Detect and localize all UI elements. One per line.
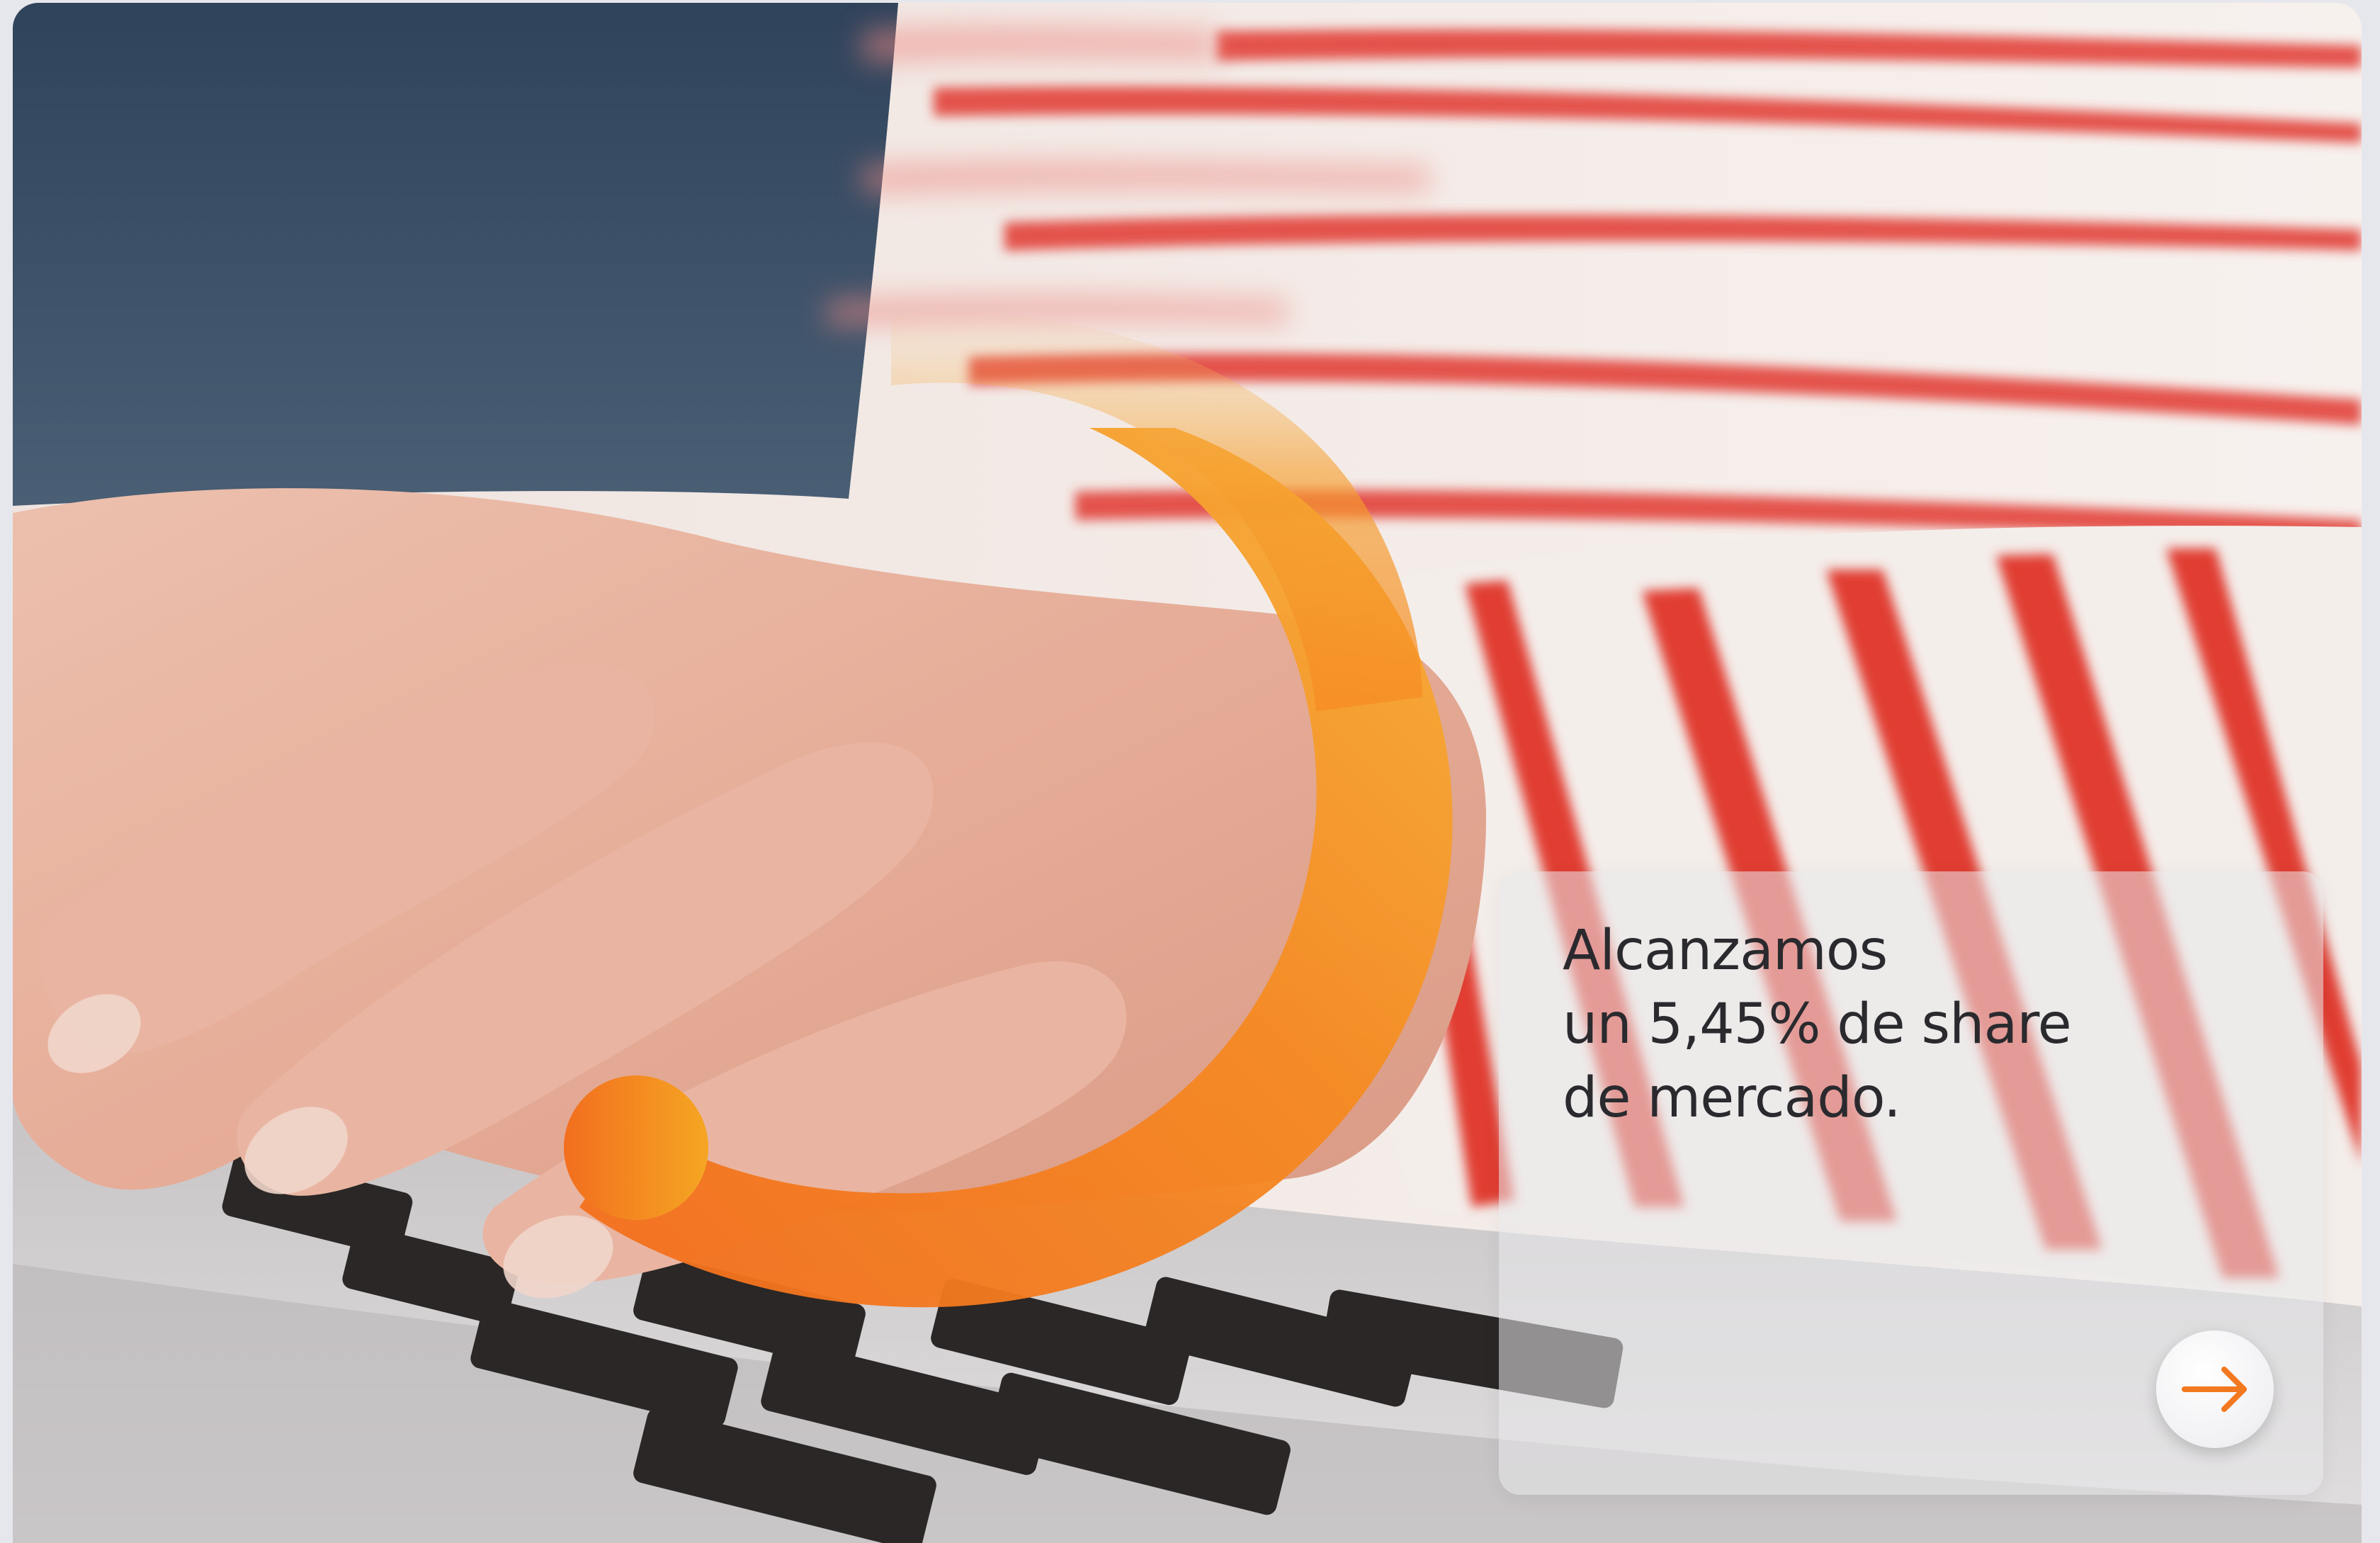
info-panel: Alcanzamos un 5,45% de share de mercado. [1499,871,2323,1495]
hero-card: Alcanzamos un 5,45% de share de mercado. [13,3,2362,1543]
headline-line-2: un 5,45% de share [1563,993,2072,1056]
headline: Alcanzamos un 5,45% de share de mercado. [1563,914,2271,1135]
headline-line-1: Alcanzamos [1563,919,1888,983]
arrow-right-icon [2182,1367,2247,1412]
headline-line-3: de mercado. [1563,1066,1901,1130]
next-arrow-button[interactable] [2156,1330,2274,1448]
